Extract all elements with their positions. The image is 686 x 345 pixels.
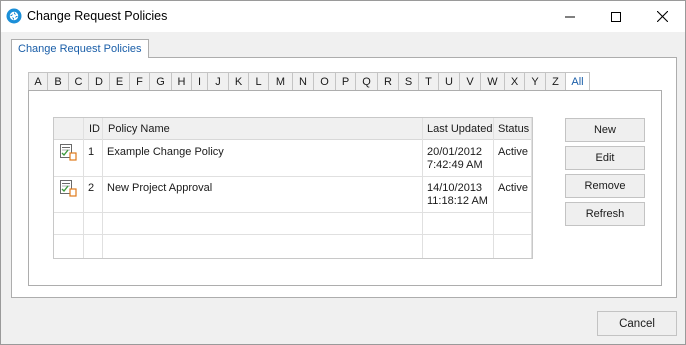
letter-tab-y[interactable]: Y xyxy=(524,72,546,91)
column-header-id[interactable]: ID xyxy=(89,123,100,136)
letter-tab-l[interactable]: L xyxy=(248,72,269,91)
letter-tab-k[interactable]: K xyxy=(228,72,249,91)
new-button[interactable]: New xyxy=(565,118,645,142)
minimize-button[interactable] xyxy=(547,1,593,32)
letter-tab-f[interactable]: F xyxy=(129,72,150,91)
maximize-icon xyxy=(611,11,621,22)
dialog-window: Change Request Policies Change Request P… xyxy=(0,0,686,345)
letter-tab-u[interactable]: U xyxy=(438,72,460,91)
column-header-last-updated[interactable]: Last Updated xyxy=(427,123,492,136)
letter-tab-h[interactable]: H xyxy=(171,72,192,91)
letter-tab-q[interactable]: Q xyxy=(355,72,378,91)
tab-panel: A B C D E F G H I J K L M N O P Q R S T U V W X Y Z All ID Policy … xyxy=(11,57,677,298)
letter-tab-i[interactable]: I xyxy=(191,72,208,91)
row-status: Active xyxy=(498,146,528,158)
row-updated-time: 11:18:12 AM xyxy=(427,195,488,207)
grid-header: ID Policy Name Last Updated Status xyxy=(54,118,532,140)
letter-tab-v[interactable]: V xyxy=(459,72,481,91)
letter-tab-p[interactable]: P xyxy=(335,72,356,91)
letter-tab-d[interactable]: D xyxy=(88,72,110,91)
window-title: Change Request Policies xyxy=(27,9,168,23)
remove-button[interactable]: Remove xyxy=(565,174,645,198)
column-divider xyxy=(83,118,84,258)
row-policy-name: New Project Approval xyxy=(107,182,213,194)
policy-icon xyxy=(60,180,77,197)
refresh-button[interactable]: Refresh xyxy=(565,202,645,226)
letter-tab-b[interactable]: B xyxy=(47,72,69,91)
close-button[interactable] xyxy=(639,1,685,32)
row-policy-name: Example Change Policy xyxy=(107,146,224,158)
row-id: 1 xyxy=(88,146,95,158)
app-logo-icon xyxy=(6,8,22,24)
letter-tab-r[interactable]: R xyxy=(377,72,399,91)
row-divider xyxy=(54,234,532,235)
title-bar[interactable]: Change Request Policies xyxy=(1,1,685,32)
letter-tab-o[interactable]: O xyxy=(313,72,336,91)
row-divider xyxy=(54,212,532,213)
column-header-policy-name[interactable]: Policy Name xyxy=(108,123,170,136)
row-updated-date: 20/01/2012 xyxy=(427,146,483,158)
row-updated-time: 7:42:49 AM xyxy=(427,159,483,171)
letter-filter-tabs: A B C D E F G H I J K L M N O P Q R S T U V W X Y Z All xyxy=(28,72,590,92)
column-divider xyxy=(422,118,423,258)
letter-tab-panel: ID Policy Name Last Updated Status 1 Exa… xyxy=(28,90,662,286)
edit-button[interactable]: Edit xyxy=(565,146,645,170)
letter-tab-w[interactable]: W xyxy=(480,72,505,91)
column-divider xyxy=(102,118,103,258)
minimize-icon xyxy=(565,16,575,17)
letter-tab-all[interactable]: All xyxy=(565,72,590,92)
tab-change-request-policies[interactable]: Change Request Policies xyxy=(11,39,149,58)
letter-tab-g[interactable]: G xyxy=(149,72,172,91)
letter-tab-z[interactable]: Z xyxy=(545,72,566,91)
letter-tab-j[interactable]: J xyxy=(207,72,229,91)
letter-tab-s[interactable]: S xyxy=(398,72,419,91)
policy-icon xyxy=(60,144,77,161)
row-status: Active xyxy=(498,182,528,194)
column-divider xyxy=(493,118,494,258)
row-divider xyxy=(54,176,532,177)
row-updated-date: 14/10/2013 xyxy=(427,182,483,194)
letter-tab-t[interactable]: T xyxy=(418,72,439,91)
row-id: 2 xyxy=(88,182,95,194)
cancel-button[interactable]: Cancel xyxy=(597,311,677,336)
letter-tab-e[interactable]: E xyxy=(109,72,130,91)
letter-tab-a[interactable]: A xyxy=(28,72,48,91)
close-icon xyxy=(656,11,668,22)
letter-tab-x[interactable]: X xyxy=(504,72,525,91)
column-divider xyxy=(531,118,532,258)
maximize-button[interactable] xyxy=(593,1,639,32)
letter-tab-m[interactable]: M xyxy=(268,72,293,91)
policies-grid[interactable]: ID Policy Name Last Updated Status 1 Exa… xyxy=(53,117,533,259)
letter-tab-n[interactable]: N xyxy=(292,72,314,91)
letter-tab-c[interactable]: C xyxy=(68,72,89,91)
column-header-status[interactable]: Status xyxy=(498,123,529,136)
